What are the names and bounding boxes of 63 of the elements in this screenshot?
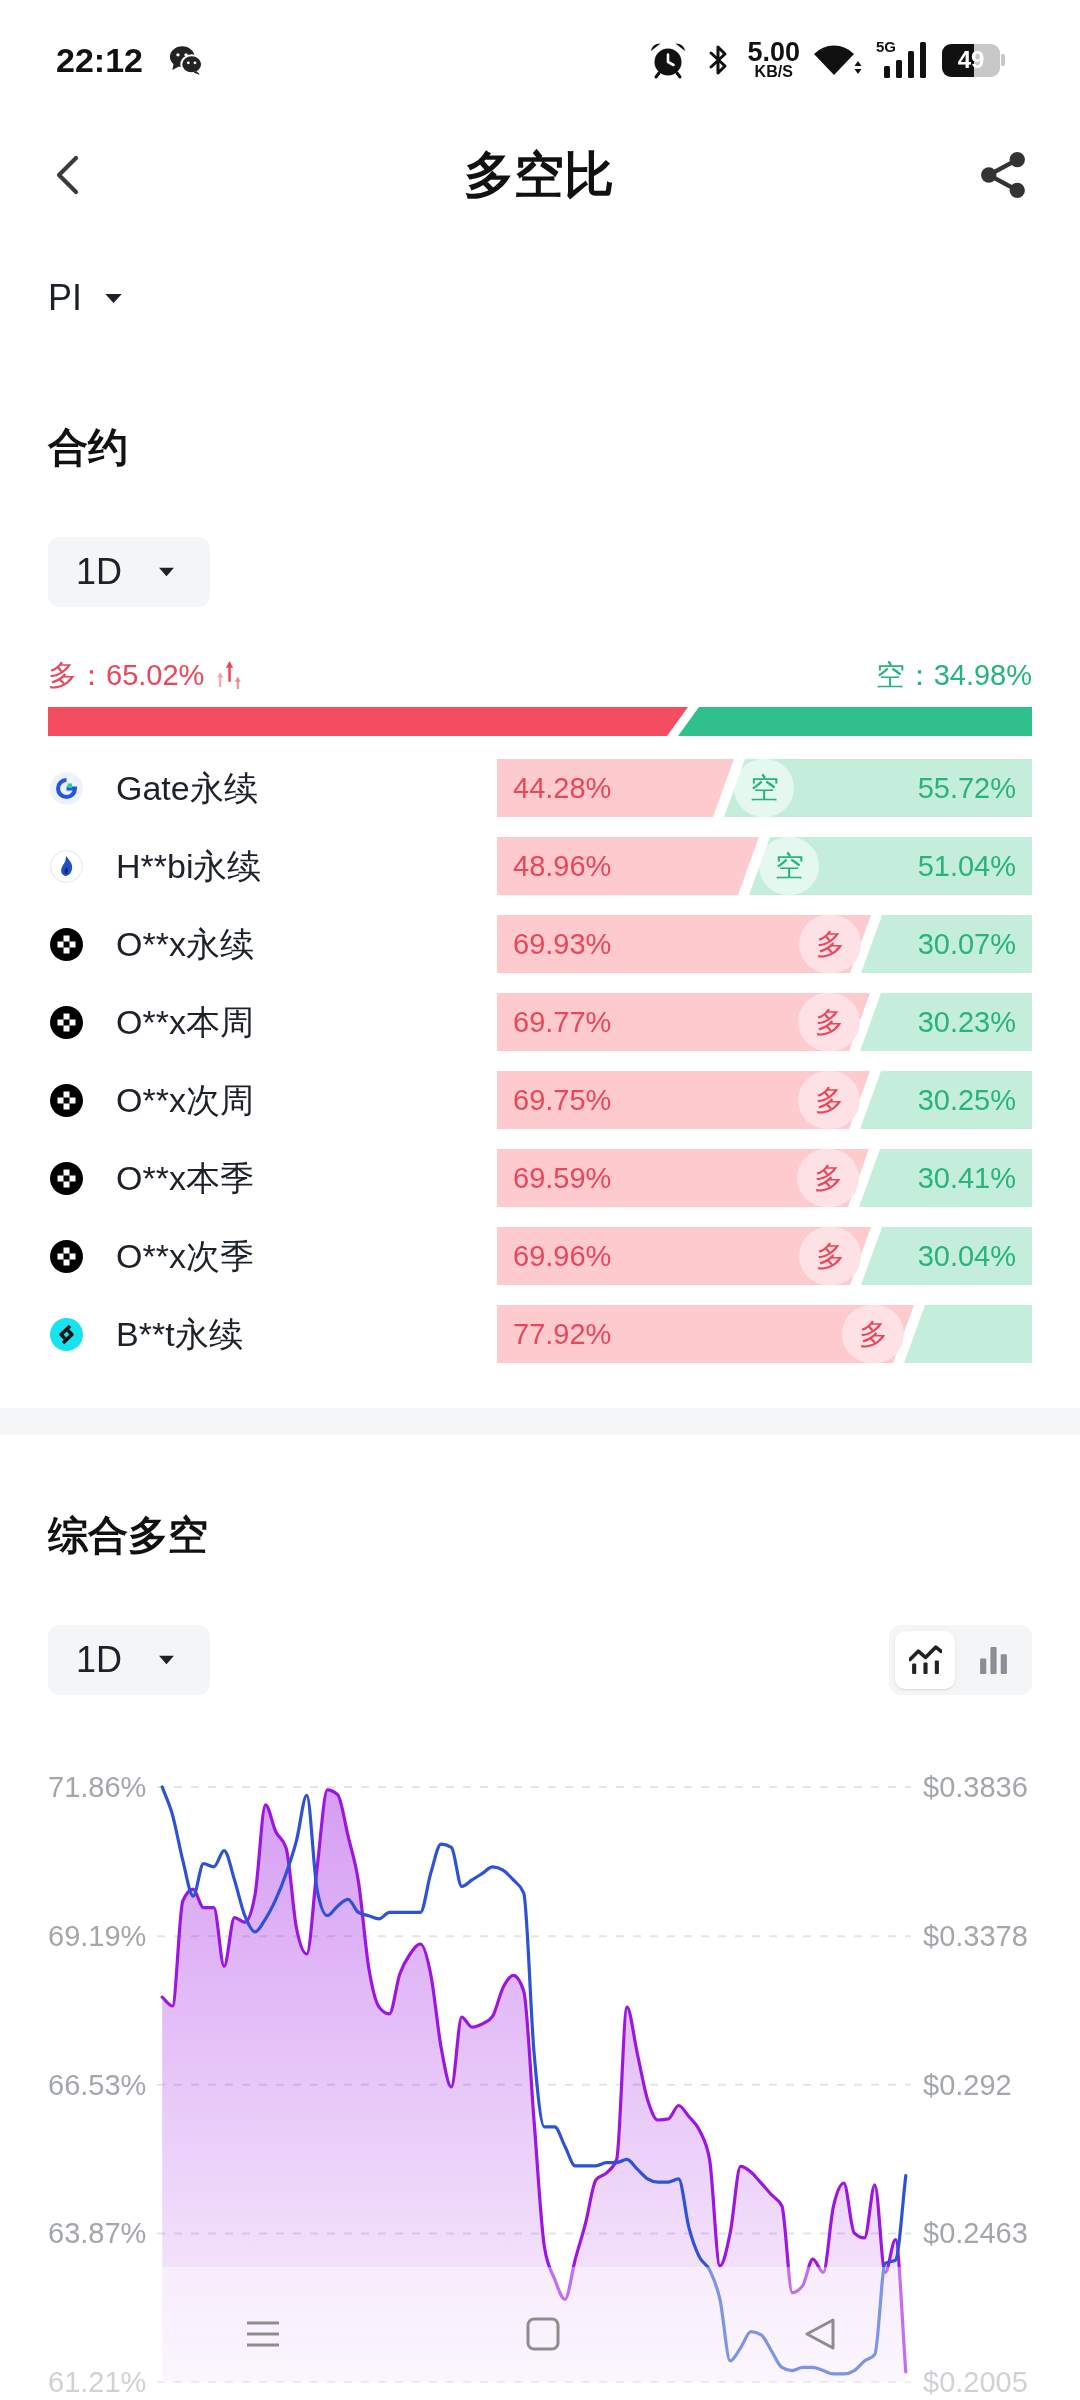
section-title: 综合多空 bbox=[48, 1515, 208, 1555]
exchange-name: B**t永续 bbox=[116, 1317, 243, 1351]
long-percentage: 69.96% bbox=[513, 1241, 612, 1271]
caret-down-icon bbox=[158, 1655, 176, 1665]
long-percentage: 48.96% bbox=[513, 851, 612, 881]
line-chart-icon bbox=[908, 1645, 942, 1675]
short-ratio-label: 空：34.98% bbox=[875, 660, 1032, 690]
long-ratio-label: 多：65.02% bbox=[48, 660, 205, 690]
chat-bubbles-icon bbox=[168, 44, 203, 76]
y-axis-label: 69.19% bbox=[48, 1920, 147, 1953]
exchange-name: O**x本周 bbox=[116, 1005, 254, 1039]
rising-arrows-icon bbox=[216, 660, 243, 690]
short-percentage: 30.04% bbox=[917, 1241, 1016, 1271]
caret-down-icon bbox=[104, 292, 123, 304]
checkered-logo-icon bbox=[50, 1239, 83, 1273]
caret-down-icon bbox=[158, 567, 176, 577]
checkered-logo-icon bbox=[50, 1005, 83, 1039]
y-axis-label: 63.87% bbox=[48, 2217, 147, 2250]
exchange-name: H**bi永续 bbox=[116, 849, 262, 883]
period-dropdown[interactable]: 1D bbox=[48, 1625, 210, 1695]
long-percentage: 44.28% bbox=[513, 773, 612, 803]
price-axis-label: $0.2463 bbox=[923, 2217, 1028, 2250]
price-axis-label: $0.3836 bbox=[923, 1771, 1028, 1803]
network-type-label: 5G bbox=[876, 39, 896, 54]
short-percentage: 30.25% bbox=[917, 1085, 1016, 1115]
short-percentage: 55.72% bbox=[917, 773, 1016, 803]
long-percentage: 69.59% bbox=[513, 1163, 612, 1193]
price-axis-label: $0.3378 bbox=[923, 1919, 1028, 1952]
short-percentage: 51.04% bbox=[917, 851, 1016, 881]
flame-logo-icon bbox=[50, 849, 83, 883]
back-triangle-icon[interactable] bbox=[804, 2317, 836, 2350]
line-chart-tab[interactable] bbox=[895, 1631, 955, 1689]
y-axis-label: 66.53% bbox=[48, 2068, 147, 2101]
symbol-selector[interactable]: PI bbox=[48, 280, 123, 316]
alarm-clock-icon bbox=[649, 41, 688, 79]
share-icon[interactable] bbox=[981, 152, 1025, 198]
checkered-logo-icon bbox=[50, 1083, 83, 1117]
checkered-logo-icon bbox=[50, 927, 83, 961]
page-title: 多空比 bbox=[463, 150, 614, 200]
section-title: 合约 bbox=[48, 427, 128, 467]
exchange-name: O**x次季 bbox=[116, 1239, 254, 1273]
exchange-name: O**x本季 bbox=[116, 1161, 254, 1195]
short-percentage: 30.41% bbox=[917, 1163, 1016, 1193]
network-speed-value: 5.00 bbox=[747, 40, 800, 64]
clock-time: 22:12 bbox=[56, 43, 143, 77]
long-percentage: 77.92% bbox=[513, 1319, 612, 1349]
short-percentage: 30.07% bbox=[917, 929, 1016, 959]
y-axis-label: 71.86% bbox=[48, 1771, 147, 1803]
exchange-name: Gate永续 bbox=[116, 771, 258, 805]
long-percentage: 69.75% bbox=[513, 1085, 612, 1115]
exchange-name: O**x永续 bbox=[116, 927, 254, 961]
price-axis-label: $0.292 bbox=[923, 2068, 1012, 2101]
long-percentage: 69.93% bbox=[513, 929, 612, 959]
network-speed-unit: KB/S bbox=[754, 64, 793, 80]
period-dropdown[interactable]: 1D bbox=[48, 537, 210, 607]
menu-icon[interactable] bbox=[244, 2319, 281, 2348]
exchange-name: O**x次周 bbox=[116, 1083, 254, 1117]
checkered-logo-icon bbox=[50, 1161, 83, 1195]
swirl-logo-icon bbox=[50, 1317, 83, 1351]
long-percentage: 69.77% bbox=[513, 1007, 612, 1037]
home-icon[interactable] bbox=[525, 2316, 560, 2351]
ring-logo-icon bbox=[50, 771, 83, 805]
short-percentage: 30.23% bbox=[917, 1007, 1016, 1037]
